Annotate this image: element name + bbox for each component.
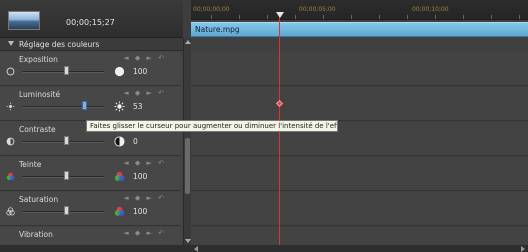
large-sun-icon	[114, 101, 125, 112]
ruler-label: 00;00;10;00	[412, 6, 449, 13]
slider-handle[interactable]	[64, 136, 70, 145]
param-label: Saturation	[19, 195, 59, 204]
section-title: Réglage des couleurs	[19, 40, 100, 49]
collapse-triangle-icon[interactable]	[8, 41, 14, 46]
slider-handle[interactable]	[64, 66, 70, 75]
ruler-tick	[407, 15, 408, 19]
keyframe-lane[interactable]	[191, 192, 528, 226]
rgb-circles-icon	[6, 172, 15, 181]
app-frame: 00;00;15;27 Réglage des couleurs Exposit…	[0, 0, 528, 252]
slider-handle[interactable]	[64, 171, 70, 180]
playhead-handle-icon[interactable]	[276, 12, 284, 18]
circle-filled-icon	[114, 66, 125, 77]
contrast-high-icon	[114, 136, 125, 147]
param-value: 100	[133, 207, 148, 216]
slider-track[interactable]	[22, 141, 104, 143]
keyframe-lane[interactable]	[191, 52, 528, 86]
ruler-tick	[519, 15, 520, 19]
slider-handle[interactable]	[64, 206, 70, 215]
param-row-teinte: Teinte ◄ ◆ ► ↶ 100	[0, 157, 180, 191]
slider-handle[interactable]	[82, 101, 88, 110]
keyframe-controls[interactable]: ◄ ◆ ► ↶	[123, 54, 166, 62]
video-clip[interactable]: Nature.mpg	[191, 22, 528, 37]
ruler-tick	[295, 15, 296, 19]
param-label: Contraste	[19, 125, 56, 134]
param-row-saturation: Saturation ◄ ◆ ► ↶ 100	[0, 192, 180, 226]
keyframe-lane[interactable]	[191, 87, 528, 121]
timecode-display: 00;00;15;27	[66, 18, 115, 27]
ruler-tick	[491, 15, 492, 19]
ruler-label: 00;00;00;00	[193, 6, 230, 13]
param-label: Exposition	[19, 55, 58, 64]
ruler-tick	[267, 15, 268, 19]
param-value: 100	[133, 172, 148, 181]
param-row-exposition: Exposition ◄ ◆ ► ↶ 100	[0, 52, 180, 86]
panel-footer	[0, 245, 191, 252]
keyframe-lane[interactable]	[191, 227, 528, 245]
keyframe-controls[interactable]: ◄ ◆ ► ↶	[123, 89, 166, 97]
scroll-right-arrow-icon[interactable]	[521, 246, 525, 252]
rgb-circles-icon	[114, 171, 125, 181]
color-adjust-section-header[interactable]: Réglage des couleurs	[0, 38, 183, 51]
ruler-tick	[239, 15, 240, 19]
param-row-luminosite: Luminosité ◄ ◆ ► ↶ 53	[0, 87, 180, 121]
contrast-low-icon	[6, 137, 15, 146]
panel-vertical-scrollbar[interactable]	[183, 38, 191, 245]
param-value: 53	[133, 102, 143, 111]
keyframe-controls[interactable]: ◄ ◆ ► ↶	[123, 229, 166, 237]
small-sun-icon	[6, 102, 15, 111]
ruler-tick	[351, 15, 352, 19]
ruler-tick	[435, 15, 436, 19]
slider-track[interactable]	[22, 211, 104, 213]
ruler-tick	[379, 15, 380, 19]
slider-track[interactable]	[22, 71, 104, 73]
circle-outline-icon	[6, 67, 15, 76]
gray-circles-icon	[6, 207, 15, 216]
clip-thumbnail[interactable]	[8, 11, 40, 30]
param-label: Luminosité	[19, 90, 61, 99]
clip-name: Nature.mpg	[195, 25, 240, 34]
ruler-tick	[323, 15, 324, 19]
slider-track[interactable]	[22, 106, 104, 108]
keyframe-controls[interactable]: ◄ ◆ ► ↶	[123, 194, 166, 202]
slider-track[interactable]	[22, 176, 104, 178]
keyframe-controls[interactable]: ◄ ◆ ► ↶	[123, 159, 166, 167]
scroll-left-arrow-icon[interactable]	[194, 246, 198, 252]
ruler-label: 00;00;05;00	[299, 6, 336, 13]
time-ruler[interactable]: 00;00;00;00 00;00;05;00 00;00;10;00	[191, 0, 528, 20]
param-label: Vibration	[19, 230, 53, 239]
param-value: 0	[133, 137, 138, 146]
ruler-tick	[463, 15, 464, 19]
rgb-circles-icon	[114, 206, 125, 216]
keyframe-lane[interactable]	[191, 157, 528, 191]
preview-header: 00;00;15;27	[0, 0, 183, 38]
scroll-thumb[interactable]	[185, 138, 190, 194]
param-label: Teinte	[19, 160, 42, 169]
param-value: 100	[133, 67, 148, 76]
slider-tooltip: Faites glisser le curseur pour augmenter…	[86, 120, 338, 132]
param-row-vibration: Vibration ◄ ◆ ► ↶	[0, 227, 180, 245]
ruler-tick	[211, 15, 212, 19]
timeline-horizontal-scrollbar[interactable]	[191, 245, 528, 252]
